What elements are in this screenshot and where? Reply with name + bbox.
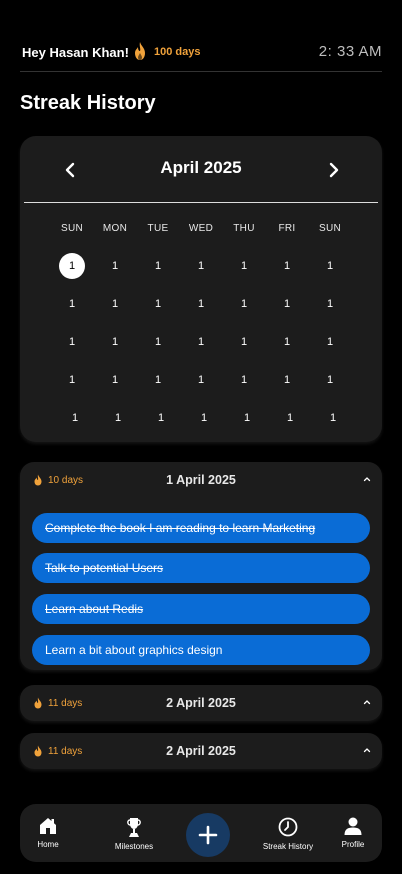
- clock-time: 2: 33 AM: [318, 43, 382, 60]
- calendar-day[interactable]: 1: [277, 405, 303, 431]
- calendar-day[interactable]: 1: [317, 367, 343, 393]
- calendar-day[interactable]: 1: [102, 367, 128, 393]
- streak-entry-card: 11 days 2 April 2025: [20, 685, 382, 721]
- streak-days-badge: 100 days: [154, 46, 201, 58]
- task-item[interactable]: Complete the book I am reading to learn …: [32, 513, 370, 543]
- task-item[interactable]: Learn about Redis: [32, 594, 370, 624]
- calendar-day[interactable]: 1: [145, 253, 171, 279]
- calendar-grid: 11111111111111111111111111111111111: [20, 136, 382, 442]
- calendar-day[interactable]: 1: [102, 291, 128, 317]
- nav-milestones[interactable]: Milestones: [94, 816, 174, 851]
- calendar-day[interactable]: 1: [317, 329, 343, 355]
- trophy-icon: [127, 818, 141, 837]
- calendar-day[interactable]: 1: [145, 291, 171, 317]
- streak-entry-header[interactable]: 11 days 2 April 2025: [20, 733, 382, 769]
- chevron-up-icon: [363, 700, 371, 705]
- page-title: Streak History: [20, 92, 156, 114]
- calendar-day[interactable]: 1: [234, 405, 260, 431]
- calendar-day[interactable]: 1: [231, 367, 257, 393]
- streak-entry-header[interactable]: 10 days 1 April 2025: [20, 462, 382, 498]
- streak-entry-date: 1 April 2025: [166, 473, 236, 487]
- calendar-day[interactable]: 1: [102, 253, 128, 279]
- nav-home[interactable]: Home: [8, 816, 88, 849]
- calendar-day[interactable]: 1: [317, 291, 343, 317]
- streak-entry-date: 2 April 2025: [166, 744, 236, 758]
- calendar-day[interactable]: 1: [274, 329, 300, 355]
- calendar-card: April 2025 SUN MON TUE WED THU FRI SUN 1111111…: [20, 136, 382, 442]
- streak-entry-card: 11 days 2 April 2025: [20, 733, 382, 769]
- top-header: Hey Hasan Khan! 100 days 2: 33 AM: [20, 36, 382, 72]
- chevron-up-icon: [363, 477, 371, 482]
- calendar-day[interactable]: 1: [59, 253, 85, 279]
- task-item[interactable]: Learn a bit about graphics design: [32, 635, 370, 665]
- streak-entry-header[interactable]: 11 days 2 April 2025: [20, 685, 382, 721]
- calendar-day[interactable]: 1: [145, 329, 171, 355]
- calendar-day[interactable]: 1: [102, 329, 128, 355]
- calendar-day[interactable]: 1: [320, 405, 346, 431]
- calendar-day[interactable]: 1: [231, 253, 257, 279]
- streak-entry-card: 10 days 1 April 2025 Complete the book I…: [20, 462, 382, 670]
- calendar-day[interactable]: 1: [274, 291, 300, 317]
- calendar-day[interactable]: 1: [231, 291, 257, 317]
- nav-milestones-label: Milestones: [114, 842, 154, 851]
- streak-entry-date: 2 April 2025: [166, 696, 236, 710]
- calendar-day[interactable]: 1: [62, 405, 88, 431]
- plus-icon: [198, 825, 218, 845]
- nav-profile[interactable]: Profile: [313, 816, 393, 849]
- calendar-day[interactable]: 1: [188, 291, 214, 317]
- calendar-day[interactable]: 1: [188, 253, 214, 279]
- chevron-up-icon: [363, 748, 371, 753]
- home-icon: [40, 818, 56, 834]
- calendar-day[interactable]: 1: [274, 367, 300, 393]
- nav-profile-label: Profile: [341, 840, 365, 849]
- task-item[interactable]: Talk to potential Users: [32, 553, 370, 583]
- calendar-day[interactable]: 1: [148, 405, 174, 431]
- calendar-day[interactable]: 1: [188, 329, 214, 355]
- greeting-text: Hey Hasan Khan!: [22, 45, 129, 60]
- calendar-day[interactable]: 1: [145, 367, 171, 393]
- calendar-day[interactable]: 1: [231, 329, 257, 355]
- profile-icon: [344, 817, 362, 835]
- calendar-day[interactable]: 1: [274, 253, 300, 279]
- history-clock-icon: [278, 817, 298, 837]
- calendar-day[interactable]: 1: [59, 329, 85, 355]
- calendar-day[interactable]: 1: [105, 405, 131, 431]
- calendar-day[interactable]: 1: [191, 405, 217, 431]
- bottom-nav: Home Milestones Streak History Profile: [20, 804, 382, 862]
- flame-icon: [135, 42, 145, 60]
- calendar-day[interactable]: 1: [59, 291, 85, 317]
- calendar-day[interactable]: 1: [59, 367, 85, 393]
- calendar-day[interactable]: 1: [188, 367, 214, 393]
- nav-home-label: Home: [37, 840, 59, 849]
- calendar-day[interactable]: 1: [317, 253, 343, 279]
- add-button[interactable]: [186, 813, 230, 857]
